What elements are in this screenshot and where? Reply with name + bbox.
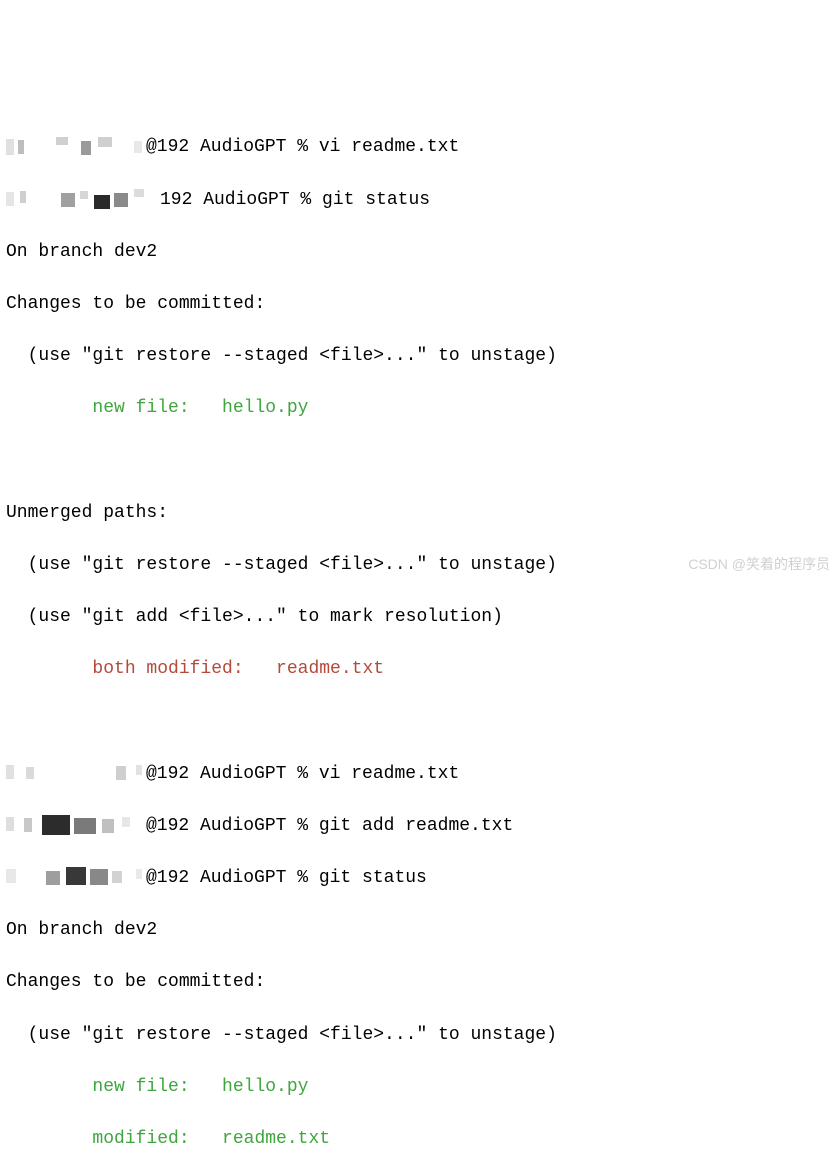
prompt-line-2[interactable]: 192 AudioGPT % git status: [6, 187, 834, 213]
command-text: vi readme.txt: [319, 764, 459, 784]
both-modified: both modified: readme.txt: [6, 656, 834, 682]
prompt-text: @192 AudioGPT %: [146, 764, 319, 784]
command-text: git status: [322, 190, 430, 210]
blank-line: [6, 709, 834, 735]
redacted-user-icon: [6, 763, 146, 783]
changes-header-2: Changes to be committed:: [6, 969, 834, 995]
unmerged-hint-2: (use "git add <file>..." to mark resolut…: [6, 604, 834, 630]
command-text: vi readme.txt: [319, 137, 459, 157]
prompt-text: @192 AudioGPT %: [146, 137, 319, 157]
staged-modified: modified: readme.txt: [6, 1126, 834, 1152]
prompt-line-1[interactable]: @192 AudioGPT % vi readme.txt: [6, 134, 834, 160]
prompt-line-5[interactable]: @192 AudioGPT % git status: [6, 865, 834, 891]
redacted-user-icon: [6, 815, 146, 835]
redacted-user-icon: [6, 189, 160, 209]
prompt-text: @192 AudioGPT %: [146, 868, 319, 888]
command-text: git add readme.txt: [319, 816, 513, 836]
branch-line-2: On branch dev2: [6, 917, 834, 943]
redacted-user-icon: [6, 137, 146, 157]
prompt-text: 192 AudioGPT %: [160, 190, 322, 210]
terminal-output: @192 AudioGPT % vi readme.txt 192 AudioG…: [6, 108, 834, 1160]
prompt-text: @192 AudioGPT %: [146, 816, 319, 836]
redacted-user-icon: [6, 867, 146, 887]
blank-line: [6, 448, 834, 474]
unstage-hint: (use "git restore --staged <file>..." to…: [6, 343, 834, 369]
staged-new-file: new file: hello.py: [6, 395, 834, 421]
staged-new-file-2: new file: hello.py: [6, 1074, 834, 1100]
changes-header: Changes to be committed:: [6, 291, 834, 317]
command-text: git status: [319, 868, 427, 888]
prompt-line-4[interactable]: @192 AudioGPT % git add readme.txt: [6, 813, 834, 839]
branch-line: On branch dev2: [6, 239, 834, 265]
unmerged-hint-1: (use "git restore --staged <file>..." to…: [6, 552, 834, 578]
unmerged-header: Unmerged paths:: [6, 500, 834, 526]
prompt-line-3[interactable]: @192 AudioGPT % vi readme.txt: [6, 761, 834, 787]
unstage-hint-2: (use "git restore --staged <file>..." to…: [6, 1022, 834, 1048]
